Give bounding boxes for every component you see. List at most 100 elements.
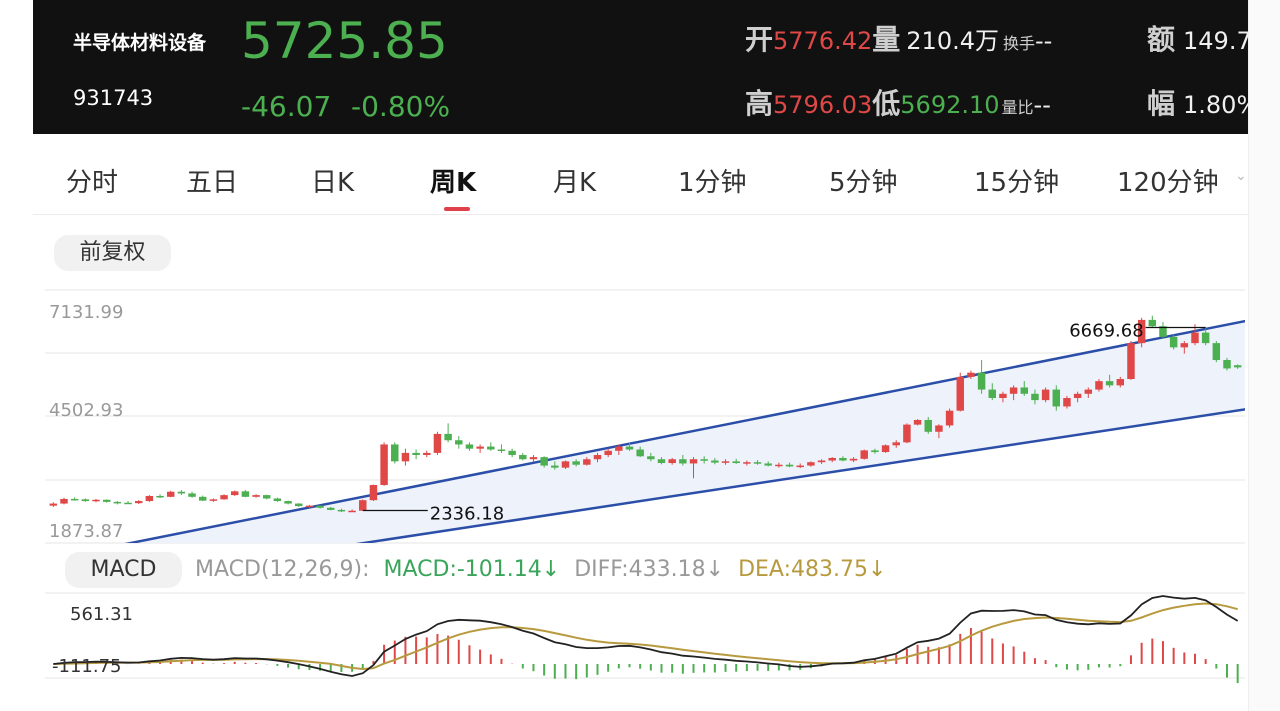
candle-body <box>753 462 762 464</box>
candle-body <box>295 503 303 507</box>
candle-body <box>273 498 282 502</box>
candle-body <box>156 495 164 498</box>
candle-body <box>1127 343 1135 380</box>
candle-body <box>369 484 378 501</box>
candle-body <box>337 509 346 512</box>
candle-body <box>775 464 783 467</box>
candle-body <box>945 410 954 426</box>
candle-body <box>102 499 111 502</box>
candle-body <box>540 457 548 466</box>
candle-body <box>871 450 879 453</box>
candle-body <box>583 459 591 465</box>
candle-body <box>636 449 644 457</box>
candle-body <box>92 499 100 502</box>
candle-body <box>177 491 186 494</box>
candle-body <box>657 459 666 464</box>
candle-body <box>465 444 474 449</box>
candle-body <box>1148 319 1157 327</box>
candle-body <box>668 459 676 464</box>
candle-body <box>977 372 986 390</box>
candle-body <box>1084 389 1093 394</box>
candle-body <box>1052 389 1061 407</box>
candle-body <box>166 491 175 497</box>
candle-body <box>348 510 356 513</box>
candle-body <box>817 460 826 463</box>
candle-body <box>529 457 538 460</box>
candle-body <box>316 505 324 508</box>
candle-body <box>839 457 847 461</box>
candle-body <box>412 452 420 456</box>
candle-body <box>241 491 250 497</box>
candle-body <box>359 500 367 511</box>
candle-body <box>401 452 410 462</box>
candle-body <box>1201 332 1210 344</box>
candle-body <box>593 455 602 460</box>
candle-body <box>252 495 260 497</box>
candle-body <box>881 445 890 453</box>
candle-body <box>903 424 911 443</box>
candle-body <box>305 505 314 508</box>
candle-body <box>284 501 292 504</box>
candle-body <box>476 446 484 449</box>
candle-body <box>1105 381 1114 386</box>
candle-body <box>849 458 858 461</box>
candle-body <box>615 446 623 451</box>
candle-body <box>796 465 804 468</box>
candle-body <box>124 502 132 505</box>
candle-body <box>1191 332 1199 344</box>
candle-body <box>999 393 1007 399</box>
candle-body <box>455 440 463 445</box>
candle-body <box>198 496 207 501</box>
candle-body <box>209 499 218 501</box>
candle-body <box>700 459 708 461</box>
candle-body <box>924 419 932 432</box>
candle-body <box>60 498 68 504</box>
candle-body <box>988 389 996 399</box>
candle-body <box>625 446 634 450</box>
candle-body <box>913 419 922 425</box>
candle-body <box>134 501 143 504</box>
candle-body <box>647 456 655 460</box>
candle-body <box>519 455 527 460</box>
candle-body <box>81 499 90 502</box>
candle-body <box>1031 393 1039 401</box>
candle-body <box>679 459 687 464</box>
candle-body <box>188 493 196 497</box>
candle-body <box>230 491 239 496</box>
candle-body <box>935 425 943 432</box>
candle-body <box>1073 393 1082 399</box>
candle-body <box>561 461 570 468</box>
candle-body <box>444 433 452 441</box>
candle-body <box>497 449 506 452</box>
high-annotation: 6669.68 <box>1069 321 1143 342</box>
candle-body <box>145 495 154 502</box>
candle-body <box>711 460 719 463</box>
candle-body <box>487 446 495 450</box>
candle-body <box>113 501 122 504</box>
candle-body <box>1020 387 1029 394</box>
candle-body <box>423 452 431 456</box>
macd-y-tick-label: -111.75 <box>52 656 121 677</box>
y-tick-label: 4502.93 <box>49 400 123 421</box>
candle-body <box>956 376 964 411</box>
candle-body <box>892 442 900 446</box>
candle-body <box>1116 379 1125 386</box>
candle-body <box>1233 365 1242 368</box>
macd-y-tick-label: 561.31 <box>70 604 133 625</box>
candle-body <box>508 450 516 456</box>
y-tick-label: 7131.99 <box>49 302 123 323</box>
candle-body <box>1223 360 1231 369</box>
candle-body <box>689 459 698 464</box>
candle-body <box>1095 381 1103 390</box>
candle-body <box>807 462 815 466</box>
candle-body <box>551 465 559 468</box>
candle-body <box>433 433 442 453</box>
candle-body <box>743 462 751 464</box>
price-plot <box>49 315 1245 543</box>
candle-body <box>721 461 730 463</box>
candle-body <box>391 444 399 462</box>
diff-line <box>53 595 1239 677</box>
chart-canvas: 6669.68 2336.18 7131.99 4502.93 1873.87 561.3… <box>45 289 1245 684</box>
candle-body <box>70 498 79 501</box>
candle-body <box>860 450 868 459</box>
